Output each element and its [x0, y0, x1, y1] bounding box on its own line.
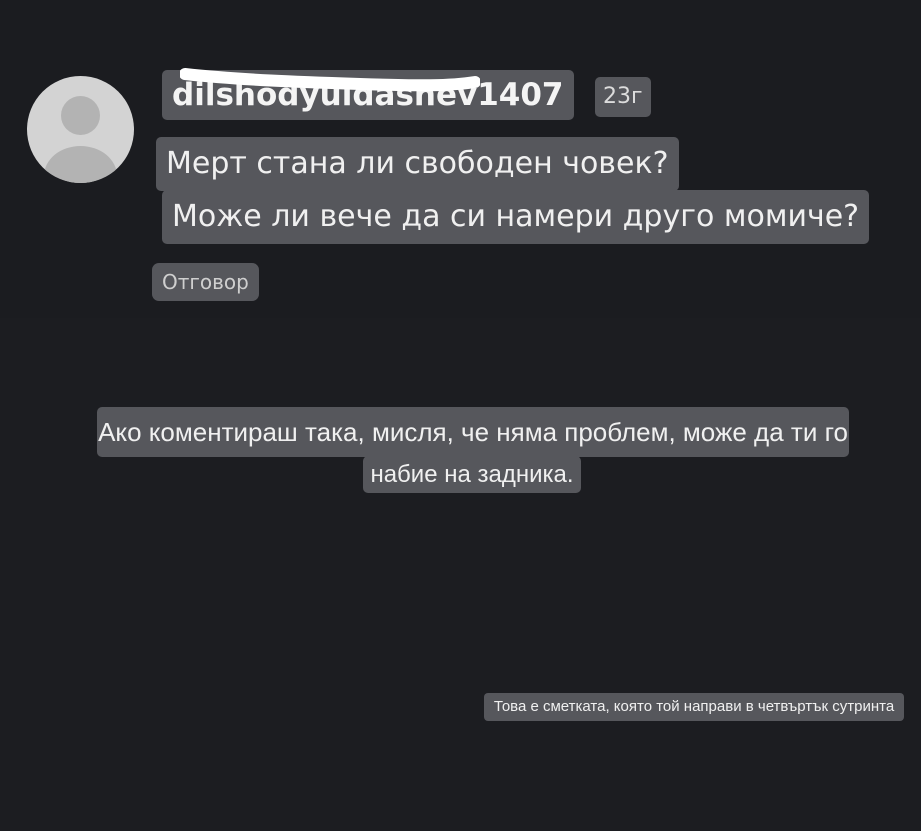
avatar-head-shape [61, 96, 100, 135]
comment-text-line-1: Мерт стана ли свободен човек? [156, 137, 679, 191]
caption-line-1: Ако коментираш така, мисля, че няма проб… [97, 407, 849, 457]
comment-username[interactable]: dilshodyuldashev1407 [162, 70, 574, 120]
caption-line-2: набие на задника. [363, 456, 581, 493]
comment-text-line-2: Може ли вече да си намери друго момиче? [162, 190, 870, 244]
comment-timestamp: 23г [595, 77, 651, 117]
avatar[interactable] [27, 76, 134, 183]
caption-note: Това е сметката, която той направи в чет… [484, 693, 904, 721]
avatar-shoulders-shape [44, 146, 117, 183]
reply-button[interactable]: Отговор [152, 263, 259, 301]
